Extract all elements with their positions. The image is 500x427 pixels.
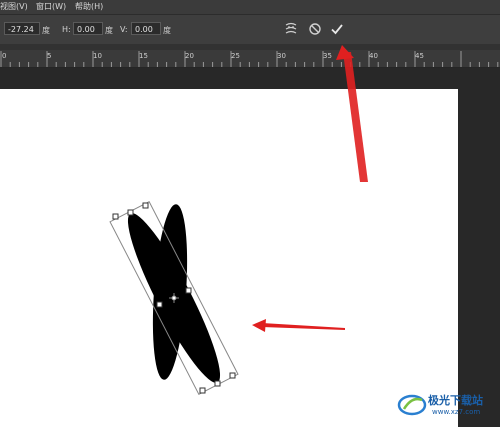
annotation-arrowhead-up: [336, 45, 354, 60]
annotation-arrowhead-left: [252, 319, 266, 332]
watermark-name: 极光下载站: [428, 394, 483, 407]
annotation-arrow-left: [262, 323, 345, 330]
watermark-url: www.xz7.com: [432, 408, 481, 416]
annotation-arrow-up: [343, 52, 368, 182]
watermark-logo-icon: [397, 394, 427, 416]
artwork-overlay: [109, 45, 427, 416]
